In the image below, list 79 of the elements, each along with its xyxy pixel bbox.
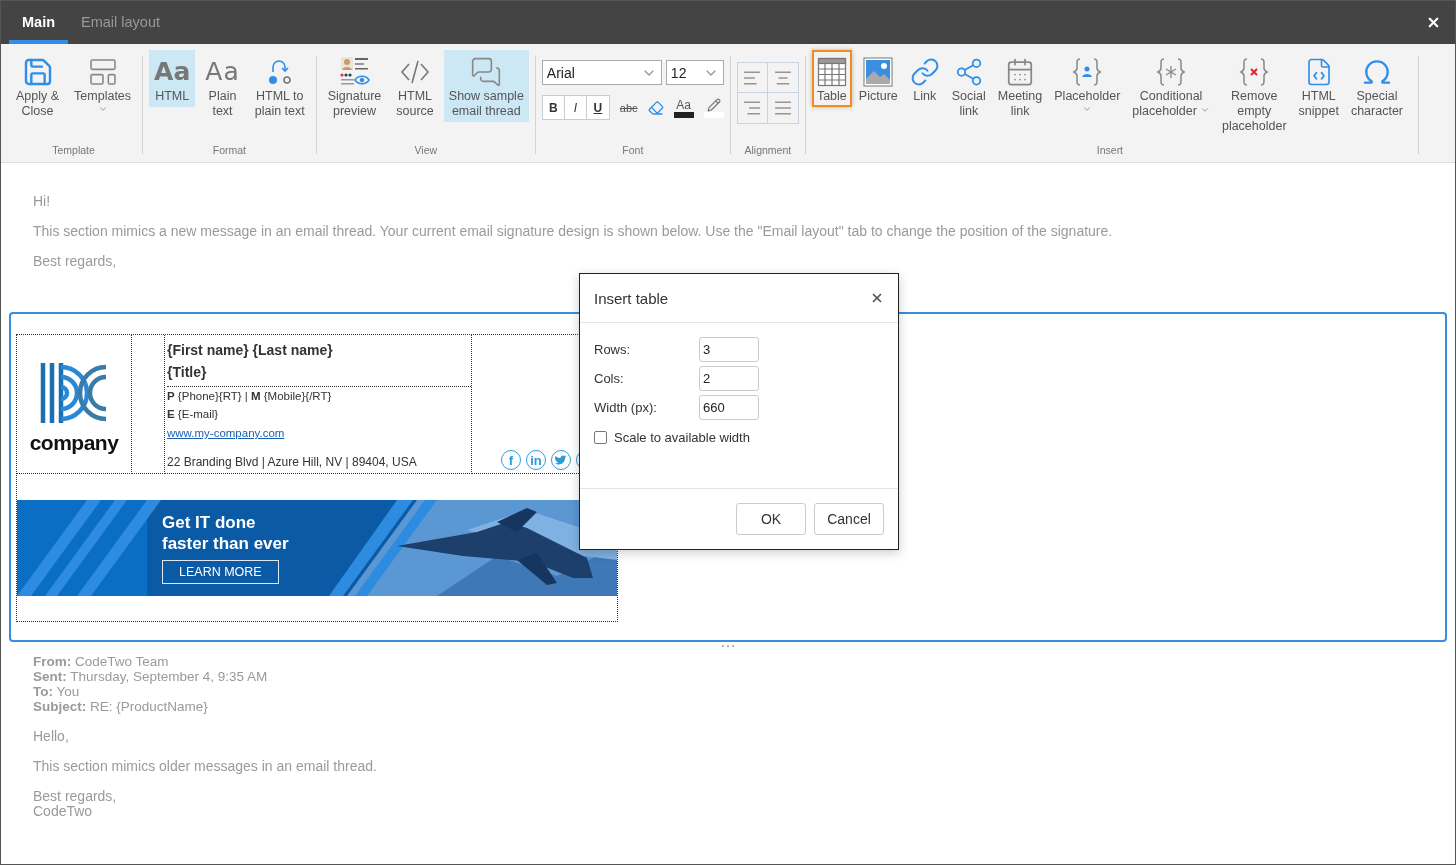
- contact-line: E {E-mail}: [167, 407, 220, 422]
- dialog-button[interactable]: OK: [736, 503, 806, 535]
- ribbon-button[interactable]: HTML source: [391, 50, 439, 122]
- picture-icon: [863, 57, 894, 87]
- website-link[interactable]: www.my-company.com: [167, 427, 285, 439]
- group-label: Insert: [1096, 144, 1124, 156]
- letters-icon: Aa: [154, 56, 191, 88]
- ribbon-button[interactable]: Conditional placeholder: [1127, 50, 1215, 122]
- ribbon-button[interactable]: Remove empty placeholder: [1216, 50, 1292, 137]
- ribbon-button[interactable]: Signature preview: [322, 50, 387, 122]
- number-field[interactable]: 2: [699, 366, 759, 391]
- field-label: Rows:: [594, 342, 632, 357]
- resize-handle-icon[interactable]: [721, 644, 735, 648]
- learn-more-button[interactable]: LEARN MORE: [162, 559, 279, 584]
- ribbon-button[interactable]: Table: [811, 50, 852, 107]
- header-value: CodeTwo Team: [75, 654, 169, 669]
- placeholder-person-icon: [1071, 56, 1104, 88]
- group-label: Font: [622, 144, 644, 156]
- logo-text: company: [29, 431, 119, 455]
- ribbon-button[interactable]: Aa Plain text: [200, 50, 245, 122]
- header-label: Sent:: [33, 669, 67, 684]
- address-text: 22 Branding Blvd | Azure Hill, NV | 89404, USA: [167, 454, 418, 471]
- message-text: This section mimics older messages in an email thread.: [33, 759, 378, 774]
- header-value: You: [56, 684, 80, 699]
- header-label: From:: [33, 654, 72, 669]
- person-name: {First name} {Last name}: [167, 341, 334, 360]
- table-icon: [816, 57, 847, 87]
- logo-icon: [40, 361, 108, 425]
- ribbon-button[interactable]: Social link: [946, 50, 991, 122]
- ribbon-button[interactable]: Templates: [69, 50, 137, 117]
- group-label: Template: [52, 144, 95, 156]
- ribbon-button[interactable]: Apply & Close: [11, 50, 65, 122]
- clear-format-button[interactable]: [647, 99, 664, 116]
- header-label: To:: [33, 684, 53, 699]
- placeholder-asterisk-icon: [1155, 56, 1188, 88]
- header-value: RE: {ProductName}: [90, 699, 208, 714]
- letters-icon: Aa: [205, 56, 240, 88]
- font-color-button[interactable]: Aa: [673, 97, 694, 118]
- ribbon-button[interactable]: Placeholder: [1049, 50, 1126, 117]
- message-text: Best regards, CodeTwo: [33, 789, 118, 819]
- size-select[interactable]: 12: [665, 60, 724, 85]
- number-field[interactable]: 3: [699, 337, 759, 362]
- header-label: Subject:: [33, 699, 87, 714]
- ribbon-button[interactable]: Aa HTML: [149, 50, 196, 107]
- group-label: Format: [212, 144, 247, 156]
- group-label: Alignment: [744, 144, 792, 156]
- chat-icon: [470, 56, 503, 88]
- ribbon-button[interactable]: Picture: [853, 50, 903, 107]
- number-field[interactable]: 660: [699, 395, 759, 420]
- contact-line: P {Phone}{RT} | M {Mobile}{/RT}: [167, 389, 333, 404]
- message-text: Hi!: [33, 194, 52, 209]
- checkbox-label: Scale to available width: [614, 430, 750, 445]
- ribbon-button[interactable]: Special character: [1345, 50, 1408, 122]
- ribbon-button[interactable]: Show sample email thread: [443, 50, 529, 122]
- highlight-button[interactable]: [703, 97, 724, 118]
- message-text: Best regards,: [33, 254, 118, 269]
- field-label: Width (px):: [594, 400, 658, 415]
- checkbox[interactable]: [594, 431, 607, 444]
- close-icon[interactable]: [1426, 15, 1441, 30]
- ribbon-button[interactable]: Meeting link: [992, 50, 1048, 122]
- header-value: Thursday, September 4, 9:35 AM: [70, 669, 268, 684]
- dialog-button[interactable]: Cancel: [814, 503, 884, 535]
- strikethrough-button[interactable]: abc: [619, 101, 638, 114]
- message-text: Hello,: [33, 729, 70, 744]
- font-select[interactable]: Arial: [541, 60, 662, 85]
- field-label: Cols:: [594, 371, 625, 386]
- profile-preview-icon: [338, 56, 371, 88]
- align-button[interactable]: [737, 63, 768, 93]
- job-title: {Title}: [167, 363, 208, 382]
- link-icon: [909, 57, 940, 87]
- message-text: This section mimics a new message in an email thread. Your current email signature design is shown below. Use the "Email layout" tab to change the position of the signature.: [33, 224, 1114, 239]
- ribbon-button[interactable]: Link: [904, 50, 945, 107]
- close-icon[interactable]: [870, 291, 884, 305]
- banner-headline: Get IT done faster than ever: [162, 511, 290, 554]
- remove-placeholder-icon: [1238, 56, 1271, 88]
- group-label: View: [414, 144, 438, 156]
- ribbon-button[interactable]: HTML to plain text: [249, 50, 310, 122]
- ribbon-button[interactable]: HTML snippet: [1293, 50, 1344, 122]
- dialog-title: Insert table: [594, 289, 669, 307]
